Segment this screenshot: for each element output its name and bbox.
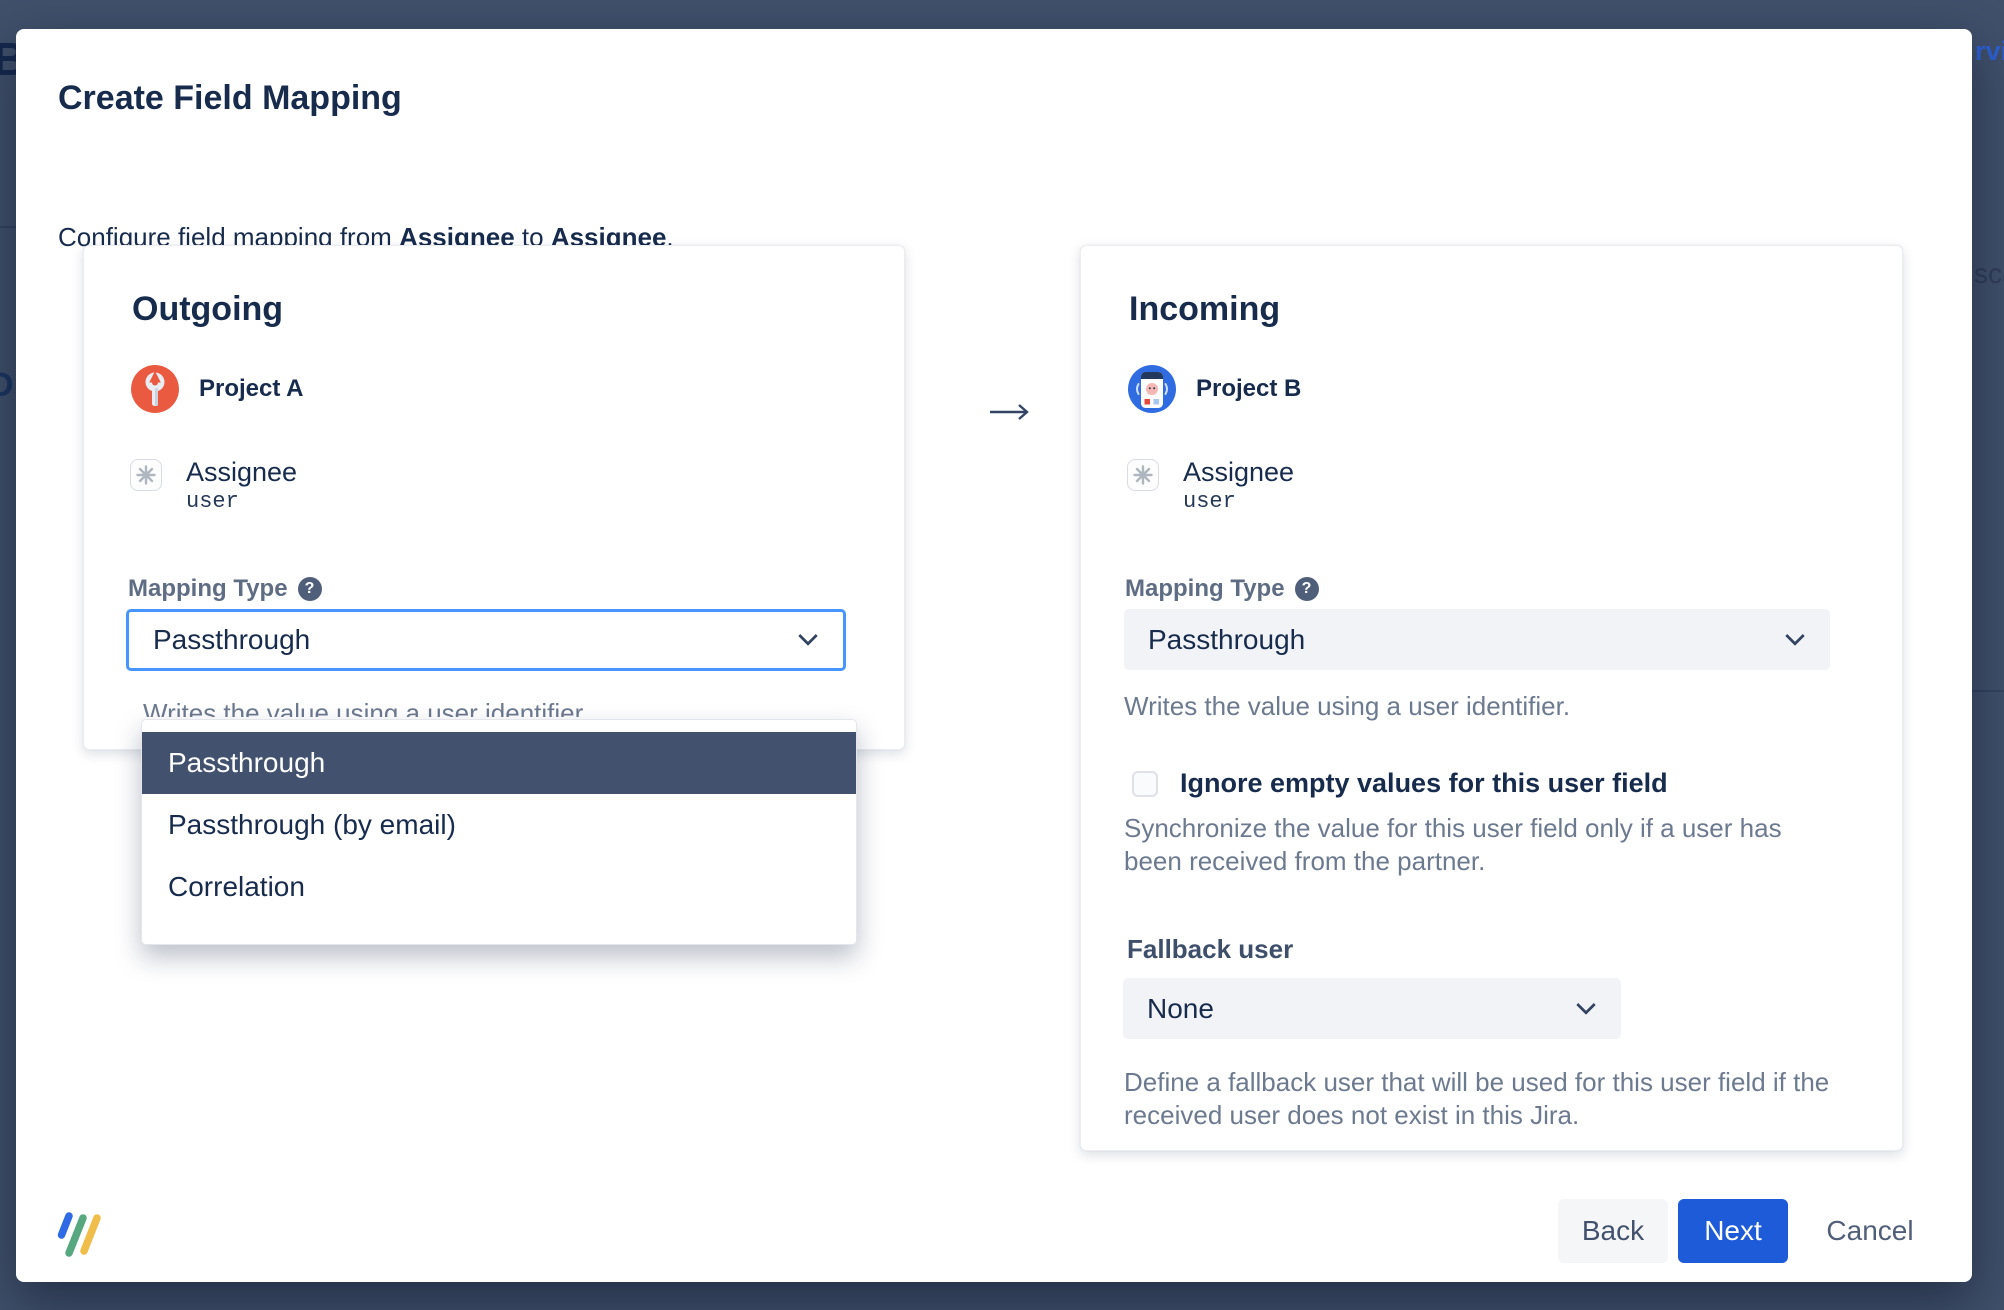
dropdown-option-passthrough[interactable]: Passthrough [142, 732, 856, 794]
ignore-empty-values-label[interactable]: Ignore empty values for this user field [1180, 768, 1668, 799]
help-icon[interactable]: ? [298, 577, 322, 601]
mapping-type-label: Mapping Type [1125, 575, 1285, 603]
incoming-mapping-type-select[interactable]: Passthrough [1124, 609, 1830, 670]
incoming-card: Incoming Project B [1080, 245, 1903, 1151]
outgoing-project-name: Project A [199, 375, 303, 403]
selected-mapping-type: Passthrough [1124, 624, 1305, 656]
selected-fallback-user: None [1123, 993, 1214, 1025]
clipped-description: Writes the value using a user identifier… [143, 700, 783, 717]
user-field-type-icon [130, 459, 162, 491]
ignore-empty-values-checkbox[interactable] [1132, 771, 1158, 797]
mapping-direction-arrow-icon [988, 401, 1032, 423]
create-field-mapping-dialog: Create Field Mapping Configure field map… [16, 29, 1972, 1282]
ignore-empty-values-description: Synchronize the value for this user fiel… [1124, 812, 1836, 878]
selected-mapping-type: Passthrough [129, 624, 310, 656]
outgoing-card: Outgoing Project A [83, 245, 905, 750]
background-text-fragment: sca [1974, 258, 2004, 290]
screen: B D rvi sca Create Field Mapping Configu… [0, 0, 2004, 1310]
outgoing-field-name: Assignee [186, 457, 297, 488]
project-b-avatar-phone-icon [1128, 365, 1176, 413]
project-a-avatar-wrench-icon [131, 365, 179, 413]
incoming-project-name: Project B [1196, 375, 1301, 403]
outgoing-mapping-type-select[interactable]: Passthrough [126, 609, 846, 671]
chevron-down-icon [1576, 995, 1596, 1015]
back-button[interactable]: Back [1558, 1199, 1668, 1263]
ignore-empty-values-row: Ignore empty values for this user field [1132, 768, 1668, 799]
dropdown-option-passthrough-by-email[interactable]: Passthrough (by email) [142, 794, 856, 856]
background-text-fragment: D [0, 366, 14, 405]
incoming-field-type: user [1183, 489, 1236, 514]
cancel-button[interactable]: Cancel [1808, 1199, 1932, 1263]
user-field-type-icon [1127, 459, 1159, 491]
incoming-heading: Incoming [1129, 290, 1280, 329]
chevron-down-icon [1785, 626, 1805, 646]
fallback-user-label: Fallback user [1127, 934, 1293, 965]
fallback-user-select[interactable]: None [1123, 978, 1621, 1039]
help-icon[interactable]: ? [1295, 577, 1319, 601]
mapping-type-label: Mapping Type [128, 575, 288, 603]
mapping-type-description: Writes the value using a user identifier… [1124, 690, 1844, 723]
incoming-mapping-type-label-row: Mapping Type ? [1125, 576, 1319, 602]
outgoing-mapping-type-label-row: Mapping Type ? [128, 576, 322, 602]
background-divider [1972, 690, 2004, 692]
background-divider [0, 226, 16, 228]
incoming-field-name: Assignee [1183, 457, 1294, 488]
fallback-user-description: Define a fallback user that will be used… [1124, 1066, 1852, 1132]
background-link-fragment: rvi [1975, 36, 2004, 67]
outgoing-field-type: user [186, 489, 239, 514]
dialog-title: Create Field Mapping [58, 79, 402, 118]
chevron-down-icon [798, 626, 818, 646]
outgoing-heading: Outgoing [132, 290, 283, 329]
dropdown-option-correlation[interactable]: Correlation [142, 856, 856, 918]
exalate-logo [56, 1210, 106, 1258]
next-button[interactable]: Next [1678, 1199, 1788, 1263]
mapping-type-dropdown-menu: Passthrough Passthrough (by email) Corre… [141, 719, 857, 945]
